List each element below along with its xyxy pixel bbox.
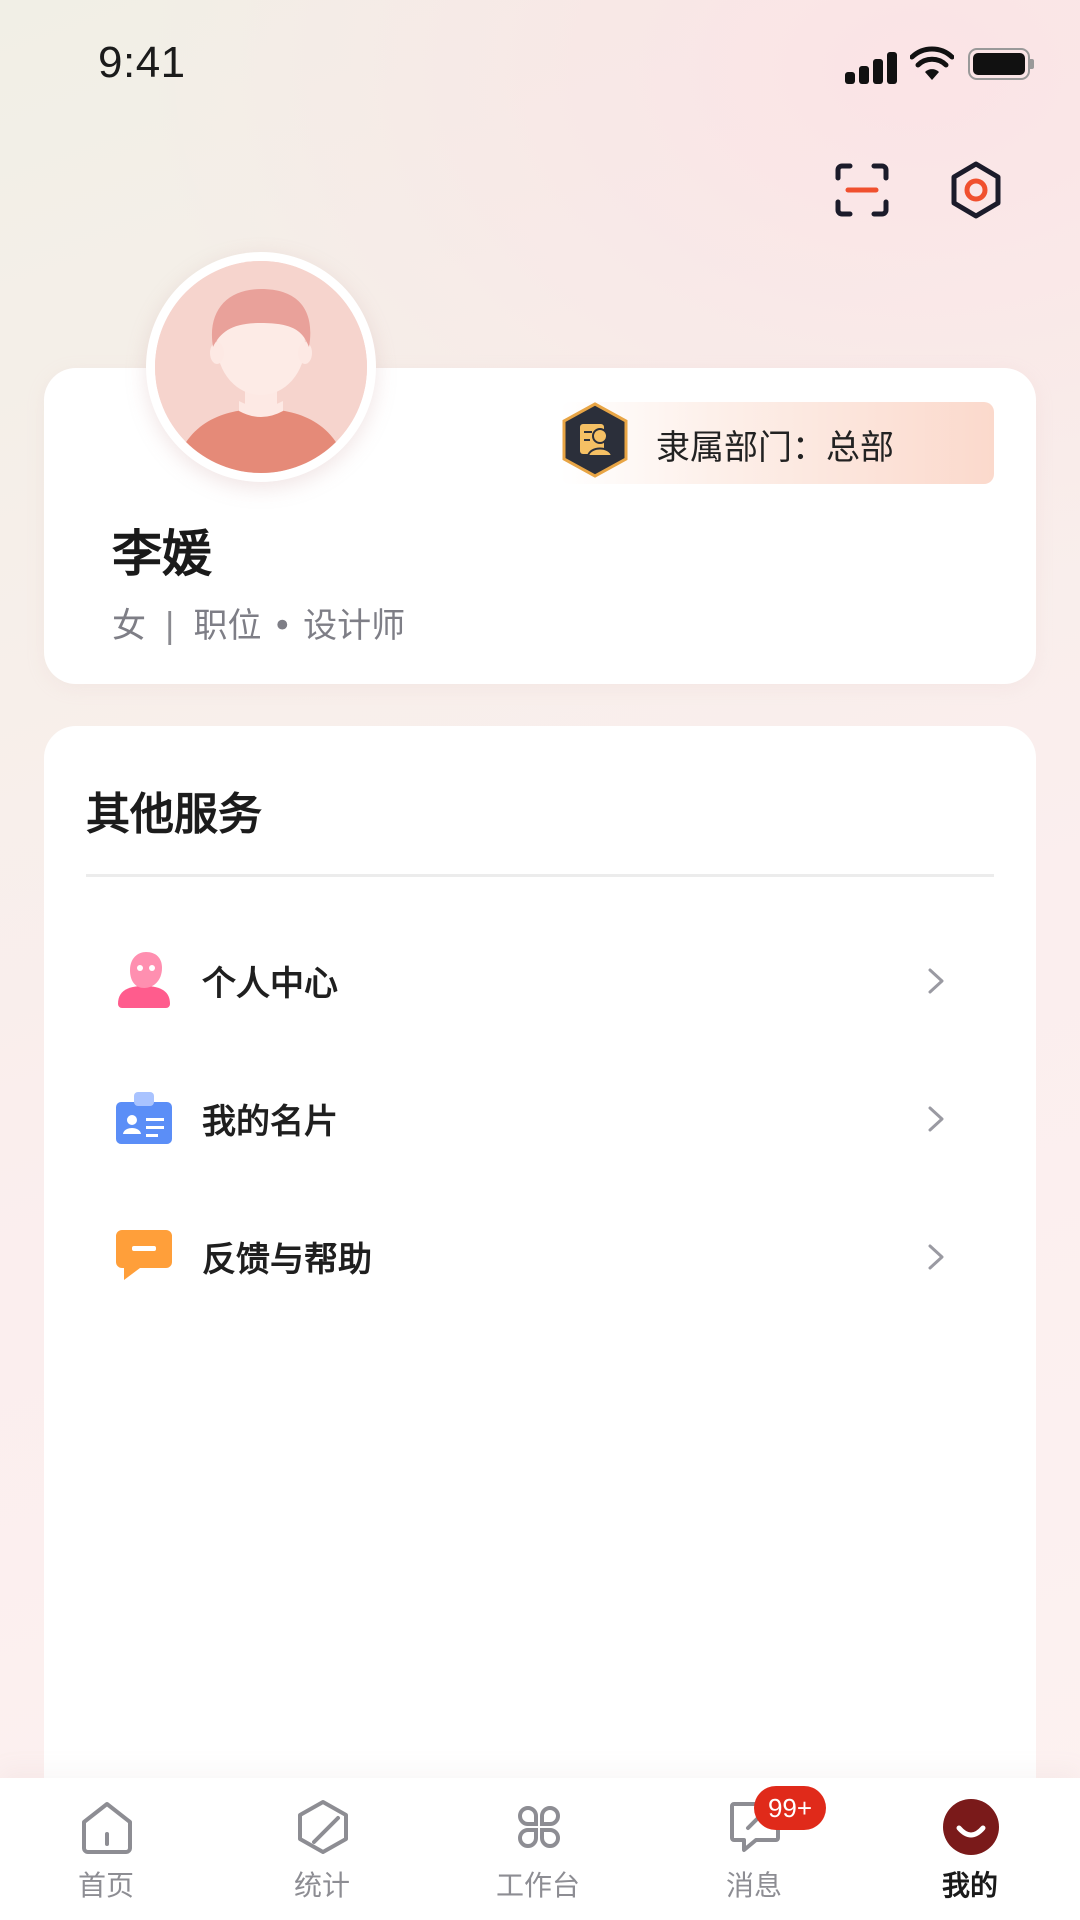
- battery-icon: [968, 48, 1034, 80]
- department-badge: 隶属部门：总部: [560, 402, 994, 484]
- department-label: 隶属部门：总部: [656, 428, 894, 468]
- home-icon: [82, 1802, 132, 1854]
- meta-separator: |: [164, 606, 176, 646]
- menu-item-label: 个人中心: [202, 964, 338, 1004]
- divider: [86, 874, 994, 877]
- tab-stats[interactable]: 统计: [242, 1778, 402, 1920]
- tab-label: 消息: [725, 1869, 782, 1902]
- signal-icon: [845, 50, 897, 84]
- chevron-right-icon: [928, 1106, 944, 1132]
- avatar-person-icon: [155, 261, 367, 473]
- menu-item-personal-center[interactable]: 个人中心: [44, 928, 1036, 1038]
- tab-messages[interactable]: 99+ 消息: [674, 1778, 834, 1920]
- chevron-right-icon: [928, 968, 944, 994]
- services-card: 其他服务 个人中心 我的名片 反馈与帮助: [44, 726, 1036, 1920]
- scan-icon[interactable]: [832, 160, 892, 220]
- settings-icon[interactable]: [946, 160, 1006, 220]
- menu-item-label: 反馈与帮助: [202, 1240, 372, 1280]
- person-icon: [118, 952, 170, 1008]
- workbench-icon: [518, 1806, 560, 1848]
- user-position: 职位 • 设计师: [193, 606, 406, 646]
- user-name: 李媛: [112, 525, 212, 583]
- message-count-badge: 99+: [754, 1786, 826, 1830]
- tab-me[interactable]: 我的: [890, 1778, 1050, 1920]
- tab-label: 统计: [293, 1869, 350, 1902]
- tab-label: 工作台: [495, 1869, 580, 1902]
- status-time: 9:41: [98, 38, 186, 87]
- user-meta: 女 | 职位 • 设计师: [112, 598, 405, 647]
- tab-workbench[interactable]: 工作台: [458, 1778, 618, 1920]
- menu-item-feedback-help[interactable]: 反馈与帮助: [44, 1204, 1036, 1314]
- chevron-right-icon: [928, 1244, 944, 1270]
- tab-label: 首页: [77, 1869, 134, 1902]
- department-badge-icon: [562, 402, 628, 478]
- section-title: 其他服务: [86, 789, 262, 840]
- feedback-icon: [116, 1230, 172, 1280]
- business-card-icon: [116, 1092, 172, 1144]
- tab-label: 我的: [941, 1869, 998, 1902]
- wifi-icon: [910, 46, 954, 80]
- tab-bar: 首页 统计 工作台 99+ 消息 我的: [0, 1778, 1080, 1920]
- stats-cube-icon: [298, 1800, 348, 1854]
- me-smile-icon: [943, 1799, 999, 1855]
- user-gender: 女: [112, 606, 146, 646]
- status-bar: 9:41: [0, 0, 1080, 130]
- tab-home[interactable]: 首页: [26, 1778, 186, 1920]
- avatar[interactable]: [146, 252, 376, 482]
- menu-item-label: 我的名片: [202, 1102, 338, 1142]
- menu-item-business-card[interactable]: 我的名片: [44, 1066, 1036, 1176]
